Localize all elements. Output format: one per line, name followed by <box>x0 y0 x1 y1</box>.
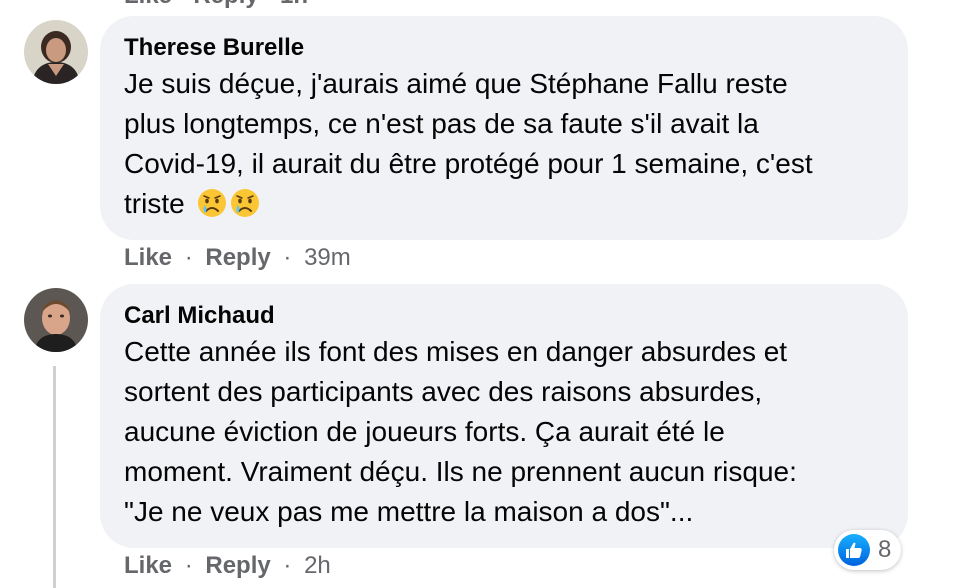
like-icon <box>838 534 870 566</box>
comment-timestamp[interactable]: 2h <box>304 552 331 579</box>
previous-comment-actions: Like · Reply · 1h <box>124 0 308 10</box>
comment-author[interactable]: Therese Burelle <box>124 34 304 62</box>
comment-line-last: triste <box>124 184 813 224</box>
comment-body: Cette année ils font des mises en danger… <box>124 332 797 532</box>
separator: · <box>184 244 193 271</box>
sad-tear-emoji-icon <box>197 188 227 218</box>
separator: · <box>283 552 292 579</box>
reply-thread-line <box>53 366 56 588</box>
comment-line: "Je ne veux pas me mettre la maison a do… <box>124 496 694 527</box>
reply-button[interactable]: Reply <box>205 552 270 579</box>
comment-bubble-therese: Therese Burelle Je suis déçue, j'aurais … <box>100 16 908 240</box>
sad-tear-emoji-icon <box>230 188 260 218</box>
comment-line: sortent des participants avec des raison… <box>124 376 763 407</box>
reaction-summary[interactable]: 8 <box>834 530 902 570</box>
avatar-therese-burelle[interactable] <box>24 20 88 84</box>
avatar-carl-michaud[interactable] <box>24 288 88 352</box>
comment-line: aucune éviction de joueurs forts. Ça aur… <box>124 416 725 447</box>
comment-line: plus longtemps, ce n'est pas de sa faute… <box>124 108 759 139</box>
comment-line: Cette année ils font des mises en danger… <box>124 336 788 367</box>
comment-timestamp[interactable]: 39m <box>304 244 351 271</box>
separator: · <box>184 552 193 579</box>
comment-line: Je suis déçue, j'aurais aimé que Stéphan… <box>124 68 788 99</box>
avatar-image <box>24 20 88 84</box>
like-button[interactable]: Like <box>124 244 172 271</box>
comments-panel: Like · Reply · 1h Therese Burelle Je sui… <box>0 0 978 588</box>
comment-line: Covid-19, il aurait du être protégé pour… <box>124 148 813 179</box>
comment-body: Je suis déçue, j'aurais aimé que Stéphan… <box>124 64 813 224</box>
reply-button[interactable]: Reply <box>205 244 270 271</box>
comment-author[interactable]: Carl Michaud <box>124 302 275 330</box>
avatar-image <box>24 288 88 352</box>
comment-line-text: triste <box>124 188 185 219</box>
reaction-count: 8 <box>878 536 892 563</box>
separator: · <box>283 244 292 271</box>
comment-actions-carl: Like · Reply · 2h <box>124 552 331 580</box>
comment-line: moment. Vraiment déçu. Ils ne prennent a… <box>124 456 797 487</box>
comment-actions-therese: Like · Reply · 39m <box>124 244 351 272</box>
comment-bubble-carl: Carl Michaud Cette année ils font des mi… <box>100 284 908 548</box>
like-button[interactable]: Like <box>124 552 172 579</box>
